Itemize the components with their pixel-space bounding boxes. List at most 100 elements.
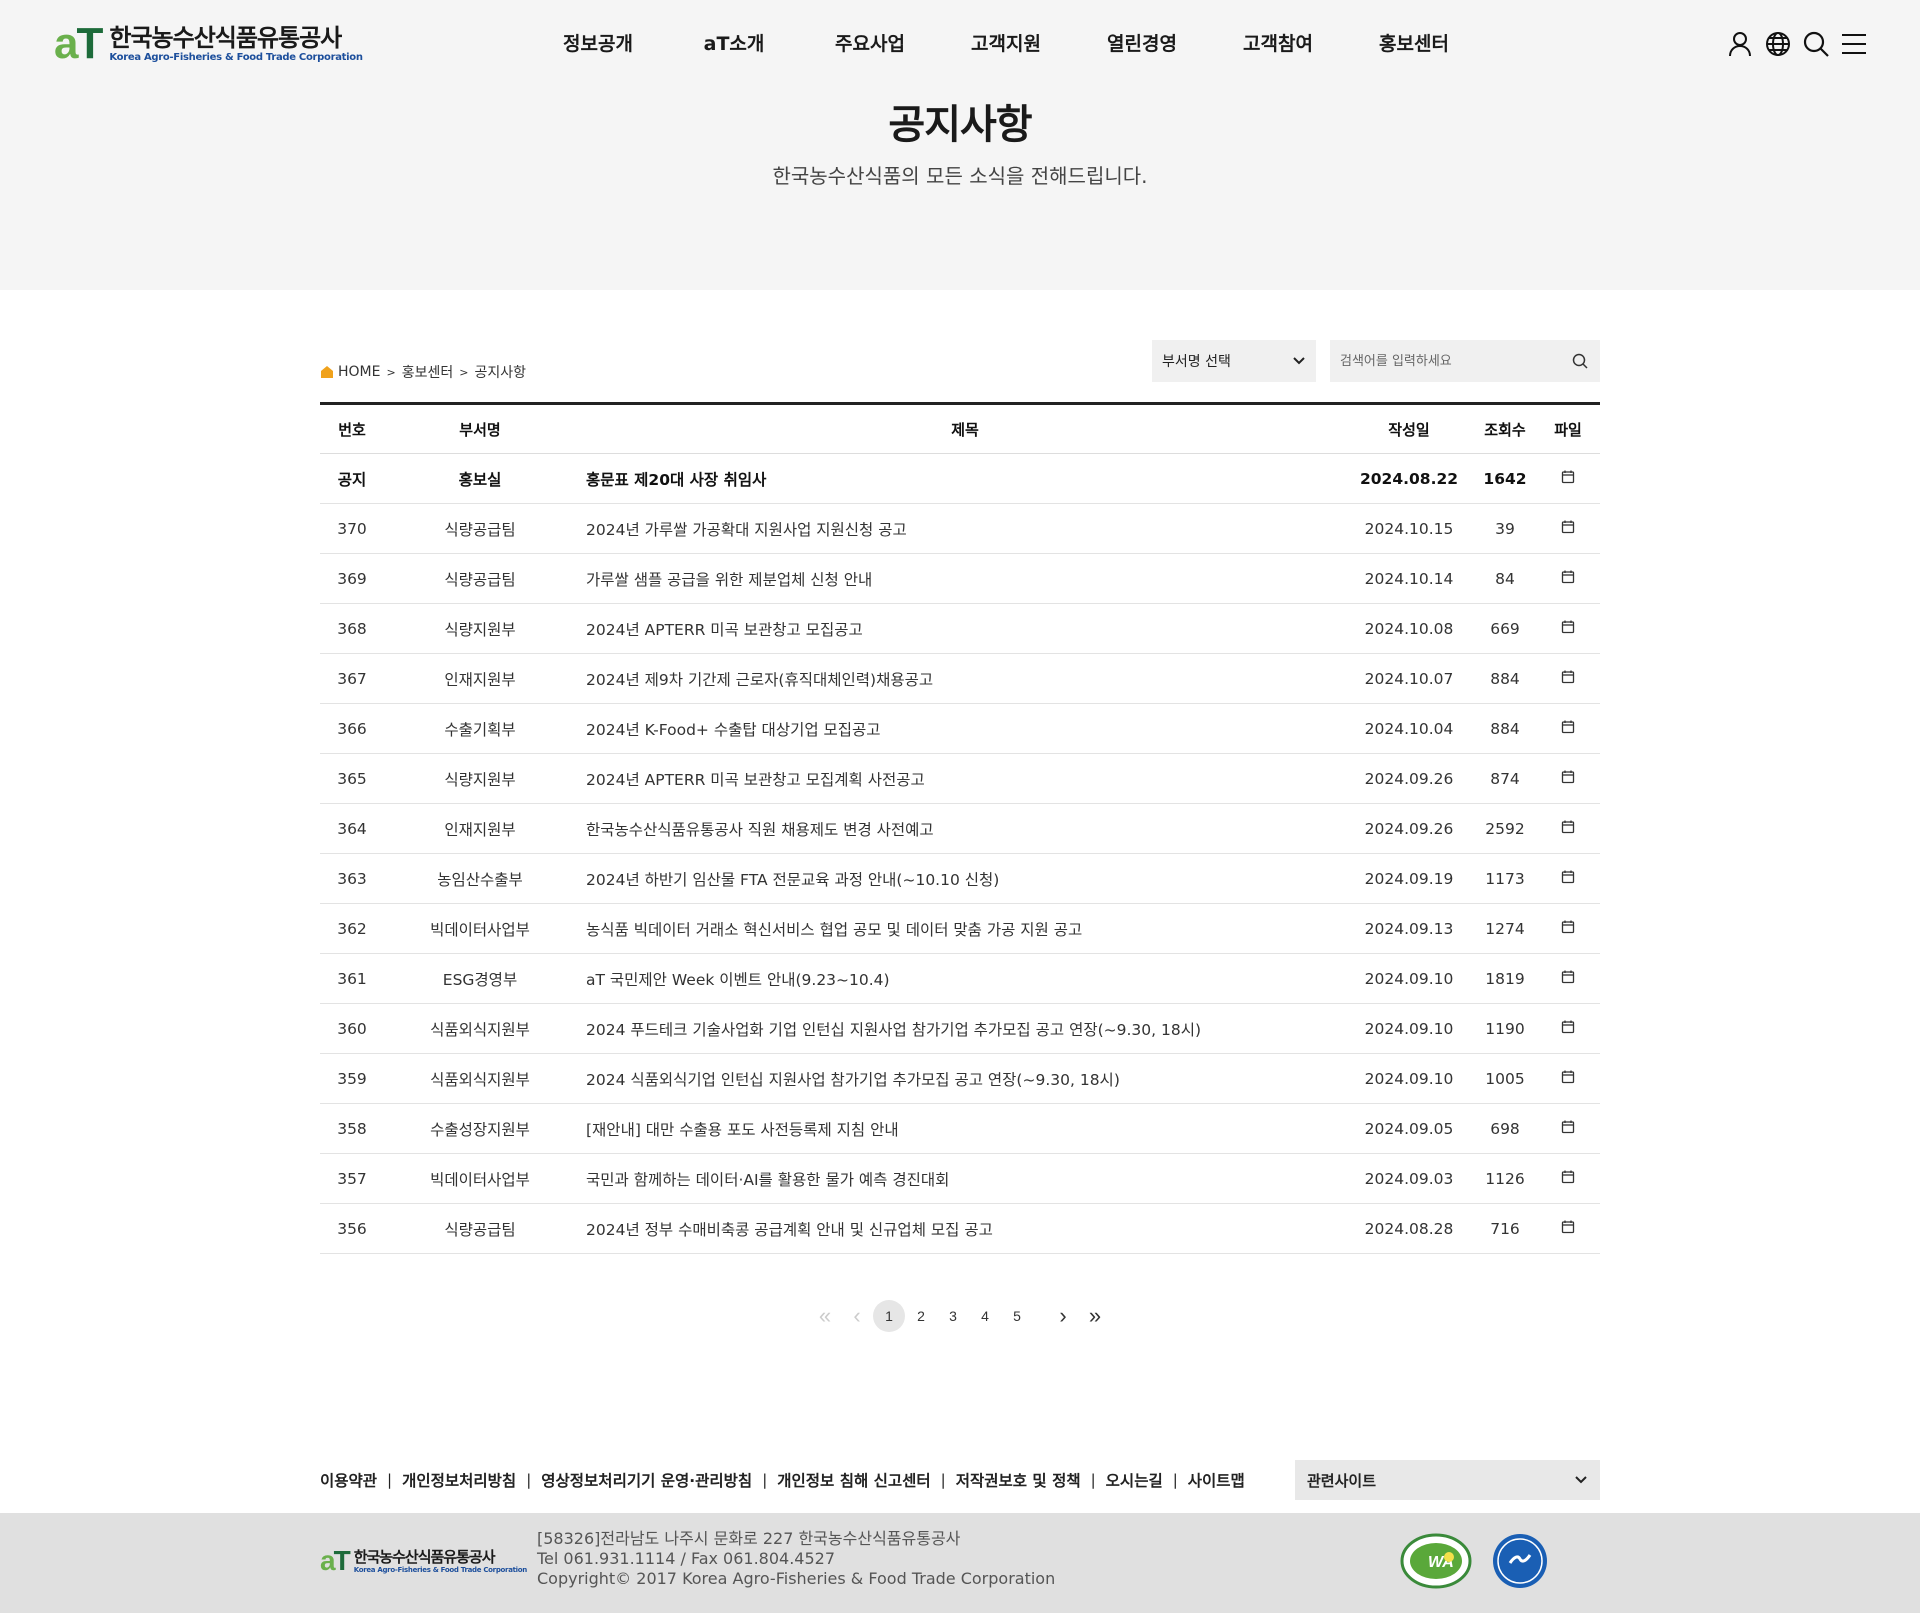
row-date: 2024.08.28 xyxy=(1344,1203,1474,1254)
nav-item-about-at[interactable]: aT소개 xyxy=(666,28,802,60)
row-views: 884 xyxy=(1474,703,1536,754)
home-icon[interactable] xyxy=(320,365,334,379)
row-title-link[interactable]: 국민과 함께하는 데이터·AI를 활용한 물가 예측 경진대회 xyxy=(576,1153,1344,1204)
row-title-link[interactable]: 2024년 가루쌀 가공확대 지원사업 지원신청 공고 xyxy=(576,503,1344,554)
search-input[interactable] xyxy=(1340,353,1570,369)
footer-link-cctv-policy[interactable]: 영상정보처리기기 운영·관리방침 xyxy=(541,1469,752,1491)
nav-item-open-management[interactable]: 열린경영 xyxy=(1074,28,1210,60)
table-row[interactable]: 358 수출성장지원부 [재안내] 대만 수출용 포도 사전등록제 지침 안내 202… xyxy=(320,1103,1600,1154)
prev-page-button[interactable]: ‹ xyxy=(841,1300,873,1332)
department-select[interactable]: 부서명 선택 xyxy=(1152,340,1316,382)
file-icon[interactable] xyxy=(1536,903,1600,954)
row-date: 2024.09.26 xyxy=(1344,803,1474,854)
file-icon[interactable] xyxy=(1536,1103,1600,1154)
table-row[interactable]: 359 식품외식지원부 2024 식품외식기업 인턴십 지원사업 참가기업 추가모집… xyxy=(320,1053,1600,1104)
menu-icon[interactable] xyxy=(1840,28,1868,60)
footer-link-sitemap[interactable]: 사이트맵 xyxy=(1188,1469,1245,1491)
row-title-link[interactable]: 2024년 K-Food+ 수출탑 대상기업 모집공고 xyxy=(576,703,1344,754)
related-sites-select[interactable]: 관련사이트 xyxy=(1295,1460,1600,1500)
row-department: 인재지원부 xyxy=(384,803,576,854)
file-icon[interactable] xyxy=(1536,953,1600,1004)
row-title-link[interactable]: 홍문표 제20대 사장 취임사 xyxy=(576,453,1344,504)
file-icon[interactable] xyxy=(1536,1203,1600,1254)
last-page-button[interactable]: » xyxy=(1079,1300,1111,1332)
row-title-link[interactable]: 2024년 제9차 기간제 근로자(휴직대체인력)채용공고 xyxy=(576,653,1344,704)
row-number: 360 xyxy=(320,1003,384,1054)
next-page-button[interactable]: › xyxy=(1047,1300,1079,1332)
row-title-link[interactable]: [재안내] 대만 수출용 포도 사전등록제 지침 안내 xyxy=(576,1103,1344,1154)
user-icon[interactable] xyxy=(1726,28,1754,60)
table-row[interactable]: 366 수출기획부 2024년 K-Food+ 수출탑 대상기업 모집공고 2024.… xyxy=(320,703,1600,754)
footer-link-terms[interactable]: 이용약관 xyxy=(320,1469,377,1491)
file-icon[interactable] xyxy=(1536,1153,1600,1204)
search-icon[interactable] xyxy=(1802,28,1830,60)
table-row[interactable]: 364 인재지원부 한국농수산식품유통공사 직원 채용제도 변경 사전예고 2024.… xyxy=(320,803,1600,854)
page-button-1[interactable]: 1 xyxy=(873,1300,905,1332)
file-icon[interactable] xyxy=(1536,803,1600,854)
nav-item-pr-center[interactable]: 홍보센터 xyxy=(1346,28,1482,60)
nav-item-customer-support[interactable]: 고객지원 xyxy=(938,28,1074,60)
page-button-5[interactable]: 5 xyxy=(1001,1300,1033,1332)
row-title-link[interactable]: 한국농수산식품유통공사 직원 채용제도 변경 사전예고 xyxy=(576,803,1344,854)
breadcrumb-pr-center[interactable]: 홍보센터 xyxy=(402,362,454,382)
table-row[interactable]: 369 식량공급팀 가루쌀 샘플 공급을 위한 제분업체 신청 안내 2024.10.… xyxy=(320,553,1600,604)
table-row[interactable]: 370 식량공급팀 2024년 가루쌀 가공확대 지원사업 지원신청 공고 2024.… xyxy=(320,503,1600,554)
row-title-link[interactable]: 가루쌀 샘플 공급을 위한 제분업체 신청 안내 xyxy=(576,553,1344,604)
file-icon[interactable] xyxy=(1536,553,1600,604)
table-row[interactable]: 363 농임산수출부 2024년 하반기 임산물 FTA 전문교육 과정 안내(~1… xyxy=(320,853,1600,904)
table-row[interactable]: 357 빅데이터사업부 국민과 함께하는 데이터·AI를 활용한 물가 예측 경진대… xyxy=(320,1153,1600,1204)
row-date: 2024.10.04 xyxy=(1344,703,1474,754)
footer-link-copyright[interactable]: 저작권보호 및 정책 xyxy=(956,1469,1081,1491)
page-button-4[interactable]: 4 xyxy=(969,1300,1001,1332)
page-button-3[interactable]: 3 xyxy=(937,1300,969,1332)
breadcrumb-notice[interactable]: 공지사항 xyxy=(474,362,526,382)
page-button-2[interactable]: 2 xyxy=(905,1300,937,1332)
file-icon[interactable] xyxy=(1536,503,1600,554)
logo-text: 한국농수산식품유통공사 Korea Agro-Fisheries & Food … xyxy=(109,24,363,64)
site-logo[interactable]: aT 한국농수산식품유통공사 Korea Agro-Fisheries & Fo… xyxy=(54,22,363,66)
row-title-link[interactable]: 2024년 정부 수매비축콩 공급계획 안내 및 신규업체 모집 공고 xyxy=(576,1203,1344,1254)
table-row[interactable]: 356 식량공급팀 2024년 정부 수매비축콩 공급계획 안내 및 신규업체 모집… xyxy=(320,1203,1600,1254)
search-button[interactable] xyxy=(1570,351,1590,371)
nav-item-main-business[interactable]: 주요사업 xyxy=(802,28,938,60)
footer-link-privacy-report[interactable]: 개인정보 침해 신고센터 xyxy=(777,1469,930,1491)
chevron-down-icon xyxy=(1575,1476,1587,1484)
footer-link-privacy[interactable]: 개인정보처리방침 xyxy=(402,1469,516,1491)
globe-icon[interactable] xyxy=(1764,28,1792,60)
row-number: 359 xyxy=(320,1053,384,1104)
table-row[interactable]: 365 식량지원부 2024년 APTERR 미곡 보관창고 모집계획 사전공고 20… xyxy=(320,753,1600,804)
file-icon[interactable] xyxy=(1536,1053,1600,1104)
web-accessibility-badge[interactable]: WA xyxy=(1400,1533,1472,1589)
row-title-link[interactable]: 2024년 하반기 임산물 FTA 전문교육 과정 안내(~10.10 신청) xyxy=(576,853,1344,904)
table-row[interactable]: 368 식량지원부 2024년 APTERR 미곡 보관창고 모집공고 2024.10… xyxy=(320,603,1600,654)
certification-badge[interactable] xyxy=(1492,1533,1548,1589)
table-row[interactable]: 367 인재지원부 2024년 제9차 기간제 근로자(휴직대체인력)채용공고 202… xyxy=(320,653,1600,704)
file-icon[interactable] xyxy=(1536,653,1600,704)
first-page-button[interactable]: « xyxy=(809,1300,841,1332)
nav-item-info-disclosure[interactable]: 정보공개 xyxy=(530,28,666,60)
row-department: 인재지원부 xyxy=(384,653,576,704)
footer-link-directions[interactable]: 오시는길 xyxy=(1106,1469,1163,1491)
row-title-link[interactable]: 2024 푸드테크 기술사업화 기업 인턴십 지원사업 참가기업 추가모집 공고… xyxy=(576,1003,1344,1054)
file-icon[interactable] xyxy=(1536,703,1600,754)
row-date: 2024.10.15 xyxy=(1344,503,1474,554)
table-row[interactable]: 362 빅데이터사업부 농식품 빅데이터 거래소 혁신서비스 협업 공모 및 데이터… xyxy=(320,903,1600,954)
nav-item-customer-participation[interactable]: 고객참여 xyxy=(1210,28,1346,60)
row-views: 84 xyxy=(1474,553,1536,604)
row-title-link[interactable]: 농식품 빅데이터 거래소 혁신서비스 협업 공모 및 데이터 맞춤 가공 지원 … xyxy=(576,903,1344,954)
file-icon[interactable] xyxy=(1536,853,1600,904)
file-icon[interactable] xyxy=(1536,1003,1600,1054)
row-title-link[interactable]: 2024년 APTERR 미곡 보관창고 모집계획 사전공고 xyxy=(576,753,1344,804)
row-title-link[interactable]: aT 국민제안 Week 이벤트 안내(9.23~10.4) xyxy=(576,953,1344,1004)
footer: aT 한국농수산식품유통공사 Korea Agro-Fisheries & Fo… xyxy=(0,1513,1920,1613)
breadcrumb-home[interactable]: HOME xyxy=(338,364,380,380)
board-toolbar: HOME > 홍보센터 > 공지사항 부서명 선택 xyxy=(320,340,1600,402)
notice-pinned-row[interactable]: 공지 홍보실 홍문표 제20대 사장 취임사 2024.08.22 1642 xyxy=(320,453,1600,504)
file-icon[interactable] xyxy=(1536,453,1600,504)
table-row[interactable]: 361 ESG경영부 aT 국민제안 Week 이벤트 안내(9.23~10.4) 2… xyxy=(320,953,1600,1004)
file-icon[interactable] xyxy=(1536,603,1600,654)
file-icon[interactable] xyxy=(1536,753,1600,804)
row-title-link[interactable]: 2024년 APTERR 미곡 보관창고 모집공고 xyxy=(576,603,1344,654)
table-row[interactable]: 360 식품외식지원부 2024 푸드테크 기술사업화 기업 인턴십 지원사업 참가… xyxy=(320,1003,1600,1054)
row-title-link[interactable]: 2024 식품외식기업 인턴십 지원사업 참가기업 추가모집 공고 연장(~9.… xyxy=(576,1053,1344,1104)
